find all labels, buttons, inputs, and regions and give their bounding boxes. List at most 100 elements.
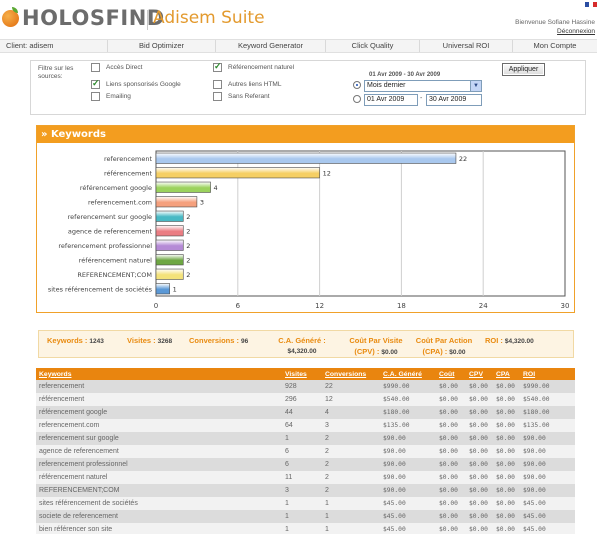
table-cell: referencement sur google (39, 435, 119, 442)
table-cell: 4 (325, 409, 329, 416)
table-row: referencement.com 64 3 $135.00 $0.00 $0.00 $0.… (36, 419, 575, 432)
checkbox-label: Accès Direct (106, 64, 143, 71)
checkbox-checked[interactable] (213, 61, 222, 72)
table-cell: $0.00 (439, 474, 458, 481)
apply-button[interactable]: Appliquer (502, 63, 545, 76)
col-keywords[interactable]: Keywords (36, 368, 282, 380)
table-cell: $0.00 (496, 396, 515, 403)
table-cell: $0.00 (469, 422, 488, 429)
col-cpa[interactable]: CPA (493, 368, 520, 380)
nav-client[interactable]: Client: adisem (0, 40, 108, 52)
filter-liens-sponsorises[interactable]: Liens sponsorisés Google (91, 78, 181, 89)
table-cell: $0.00 (439, 435, 458, 442)
checkbox-checked[interactable] (91, 78, 100, 89)
table-header-row: Keywords Visites Conversions C.A. Généré… (36, 368, 575, 380)
bar (155, 167, 320, 179)
table-cell: 2 (325, 435, 329, 442)
table-cell: societe de referencement (39, 513, 118, 520)
table-cell: agence de referencement (39, 448, 119, 455)
table-row: référencement 296 12 $540.00 $0.00 $0.00 $0.00… (36, 393, 575, 406)
nav-click-quality[interactable]: Click Quality (326, 40, 420, 52)
date-from-input[interactable]: 01 Avr 2009 (364, 94, 418, 106)
main-nav: Client: adisem Bid Optimizer Keyword Gen… (0, 39, 597, 53)
bar-value-label: 2 (186, 242, 190, 250)
chevron-down-icon[interactable]: ▼ (470, 81, 481, 91)
table-cell: 928 (285, 383, 297, 390)
col-ca-genere[interactable]: C.A. Généré (380, 368, 436, 380)
checkbox[interactable] (91, 63, 100, 72)
table-cell: $0.00 (439, 422, 458, 429)
table-cell: 22 (325, 383, 333, 390)
x-tick-label: 0 (154, 302, 158, 310)
language-flag-icon[interactable] (585, 2, 597, 7)
checkbox[interactable] (91, 92, 100, 101)
nav-universal-roi[interactable]: Universal ROI (420, 40, 513, 52)
table-cell: 3 (325, 422, 329, 429)
col-conversions[interactable]: Conversions (322, 368, 380, 380)
filter-sans-referant[interactable]: Sans Referant (213, 92, 270, 101)
col-roi[interactable]: ROI (520, 368, 575, 380)
nav-keyword-generator[interactable]: Keyword Generator (216, 40, 326, 52)
bar-value-label: 2 (186, 256, 190, 264)
category-label: REFERENCEMENT;COM (77, 271, 152, 279)
checkbox-label: Sans Referant (228, 93, 270, 100)
bar (155, 210, 184, 222)
table-cell: $0.00 (496, 409, 515, 416)
nav-bid-optimizer[interactable]: Bid Optimizer (108, 40, 216, 52)
date-to-input[interactable]: 30 Avr 2009 (426, 94, 482, 106)
col-visites[interactable]: Visites (282, 368, 322, 380)
table-cell: $135.00 (383, 422, 410, 429)
table-cell: 1 (285, 526, 289, 533)
table-cell: 6 (285, 461, 289, 468)
filter-referencement-naturel[interactable]: Référencement naturel (213, 61, 294, 72)
filter-autres-liens[interactable]: Autres liens HTML (213, 80, 281, 89)
nav-mon-compte[interactable]: Mon Compte (513, 40, 597, 52)
logout-link[interactable]: Déconnexion (515, 27, 595, 36)
table-cell: 296 (285, 396, 297, 403)
bar-value-label: 1 (173, 285, 177, 293)
checkbox[interactable] (213, 92, 222, 101)
table-cell: $990.00 (523, 383, 550, 390)
table-cell: 3 (285, 487, 289, 494)
col-cout[interactable]: Coût (436, 368, 466, 380)
period-select[interactable]: Mois dernier ▼ (364, 80, 482, 92)
table-row: sites référencement de sociétés 1 1 $45.00 $… (36, 497, 575, 510)
filter-emailing[interactable]: Emailing (91, 92, 131, 101)
checkbox-label: Liens sponsorisés Google (106, 81, 181, 88)
period-radio[interactable] (353, 81, 361, 89)
table-cell: $0.00 (439, 448, 458, 455)
welcome-text: Bienvenue Sofiane Hassine (515, 19, 595, 26)
table-cell: $0.00 (469, 461, 488, 468)
table-cell: $45.00 (383, 500, 406, 507)
checkbox-label: Autres liens HTML (228, 81, 282, 88)
table-row: référencement naturel 11 2 $90.00 $0.00 $0.00… (36, 471, 575, 484)
table-cell: $0.00 (469, 513, 488, 520)
table-cell: $0.00 (496, 383, 515, 390)
checkbox[interactable] (213, 80, 222, 89)
col-cpv[interactable]: CPV (466, 368, 493, 380)
table-cell: 44 (285, 409, 293, 416)
bar (155, 283, 170, 295)
table-row: référencement google 44 4 $180.00 $0.00 $0.00… (36, 406, 575, 419)
holosfind-logo-icon (2, 7, 19, 27)
bar (155, 254, 184, 266)
table-cell: $180.00 (383, 409, 410, 416)
table-cell: 2 (325, 448, 329, 455)
custom-date-radio[interactable] (353, 95, 361, 103)
x-tick-label: 30 (561, 302, 570, 310)
bar (155, 196, 198, 208)
bar (155, 225, 184, 237)
filter-acces-direct[interactable]: Accès Direct (91, 63, 142, 72)
checkbox-label: Emailing (106, 93, 131, 100)
table-cell: $45.00 (523, 500, 546, 507)
category-label: référencement (104, 169, 152, 177)
category-label: referencement.com (88, 198, 152, 206)
table-cell: $0.00 (469, 409, 488, 416)
table-cell: $90.00 (523, 461, 546, 468)
table-cell: $0.00 (469, 526, 488, 533)
table-cell: $0.00 (439, 383, 458, 390)
table-cell: $45.00 (523, 526, 546, 533)
bar-value-label: 22 (459, 155, 467, 163)
table-row: societe de referencement 1 1 $45.00 $0.00 $0.… (36, 510, 575, 523)
table-cell: $90.00 (383, 474, 406, 481)
